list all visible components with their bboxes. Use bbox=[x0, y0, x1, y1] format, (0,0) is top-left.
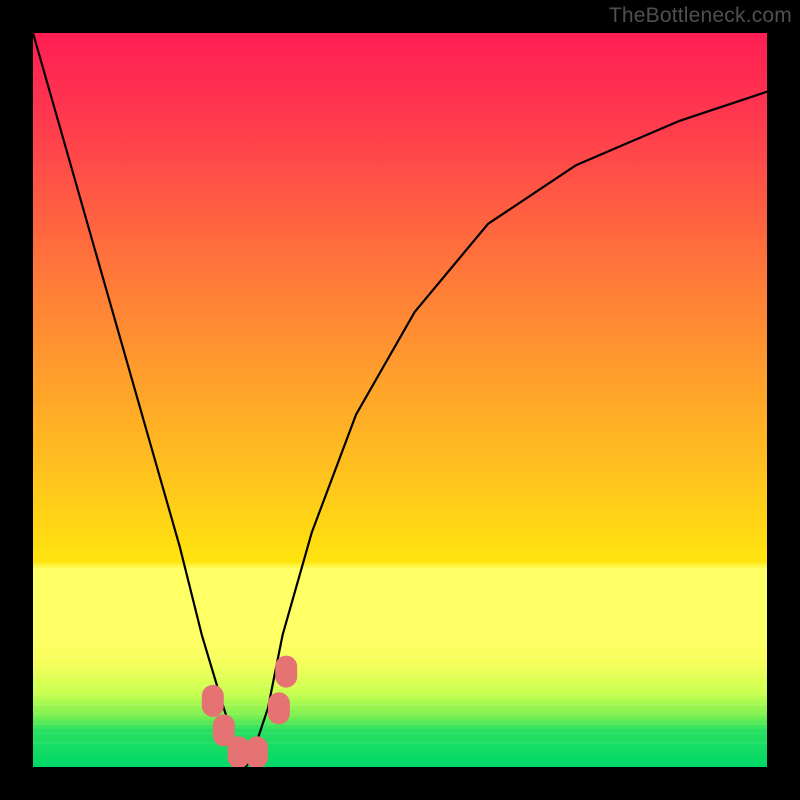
bottleneck-chart bbox=[33, 33, 767, 767]
plot-area bbox=[33, 33, 767, 767]
watermark-text: TheBottleneck.com bbox=[609, 4, 792, 28]
chart-frame: TheBottleneck.com bbox=[0, 0, 800, 800]
